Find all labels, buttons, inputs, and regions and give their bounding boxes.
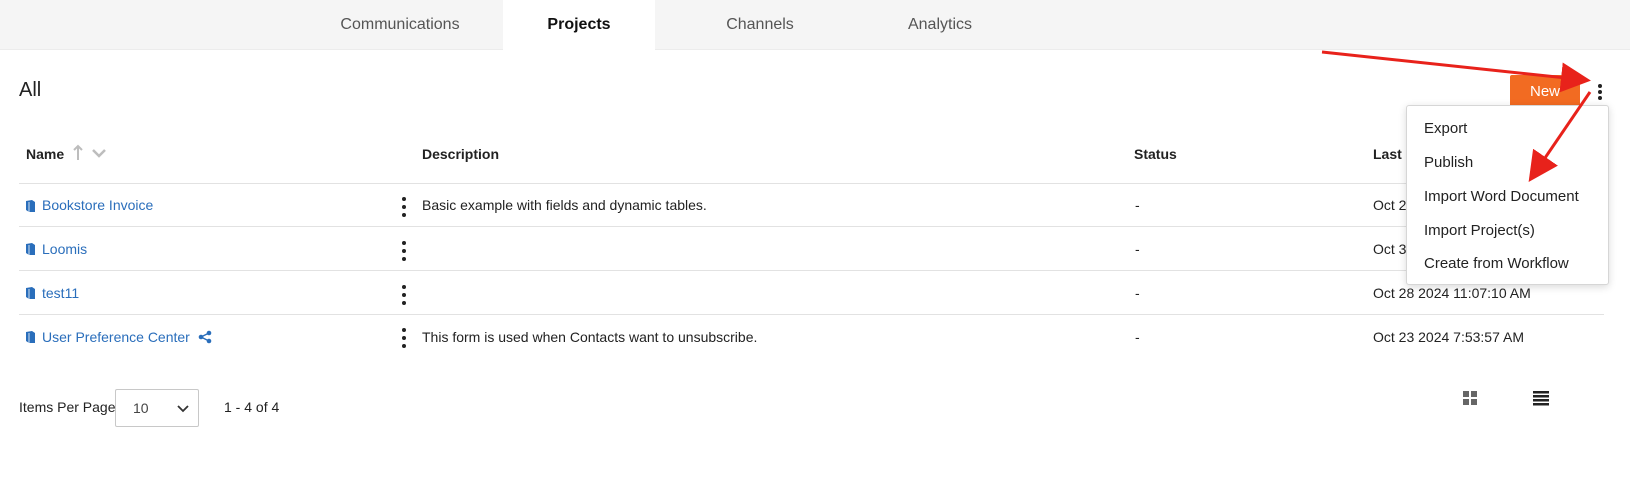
annotation-arrows: [1321, 50, 1592, 182]
